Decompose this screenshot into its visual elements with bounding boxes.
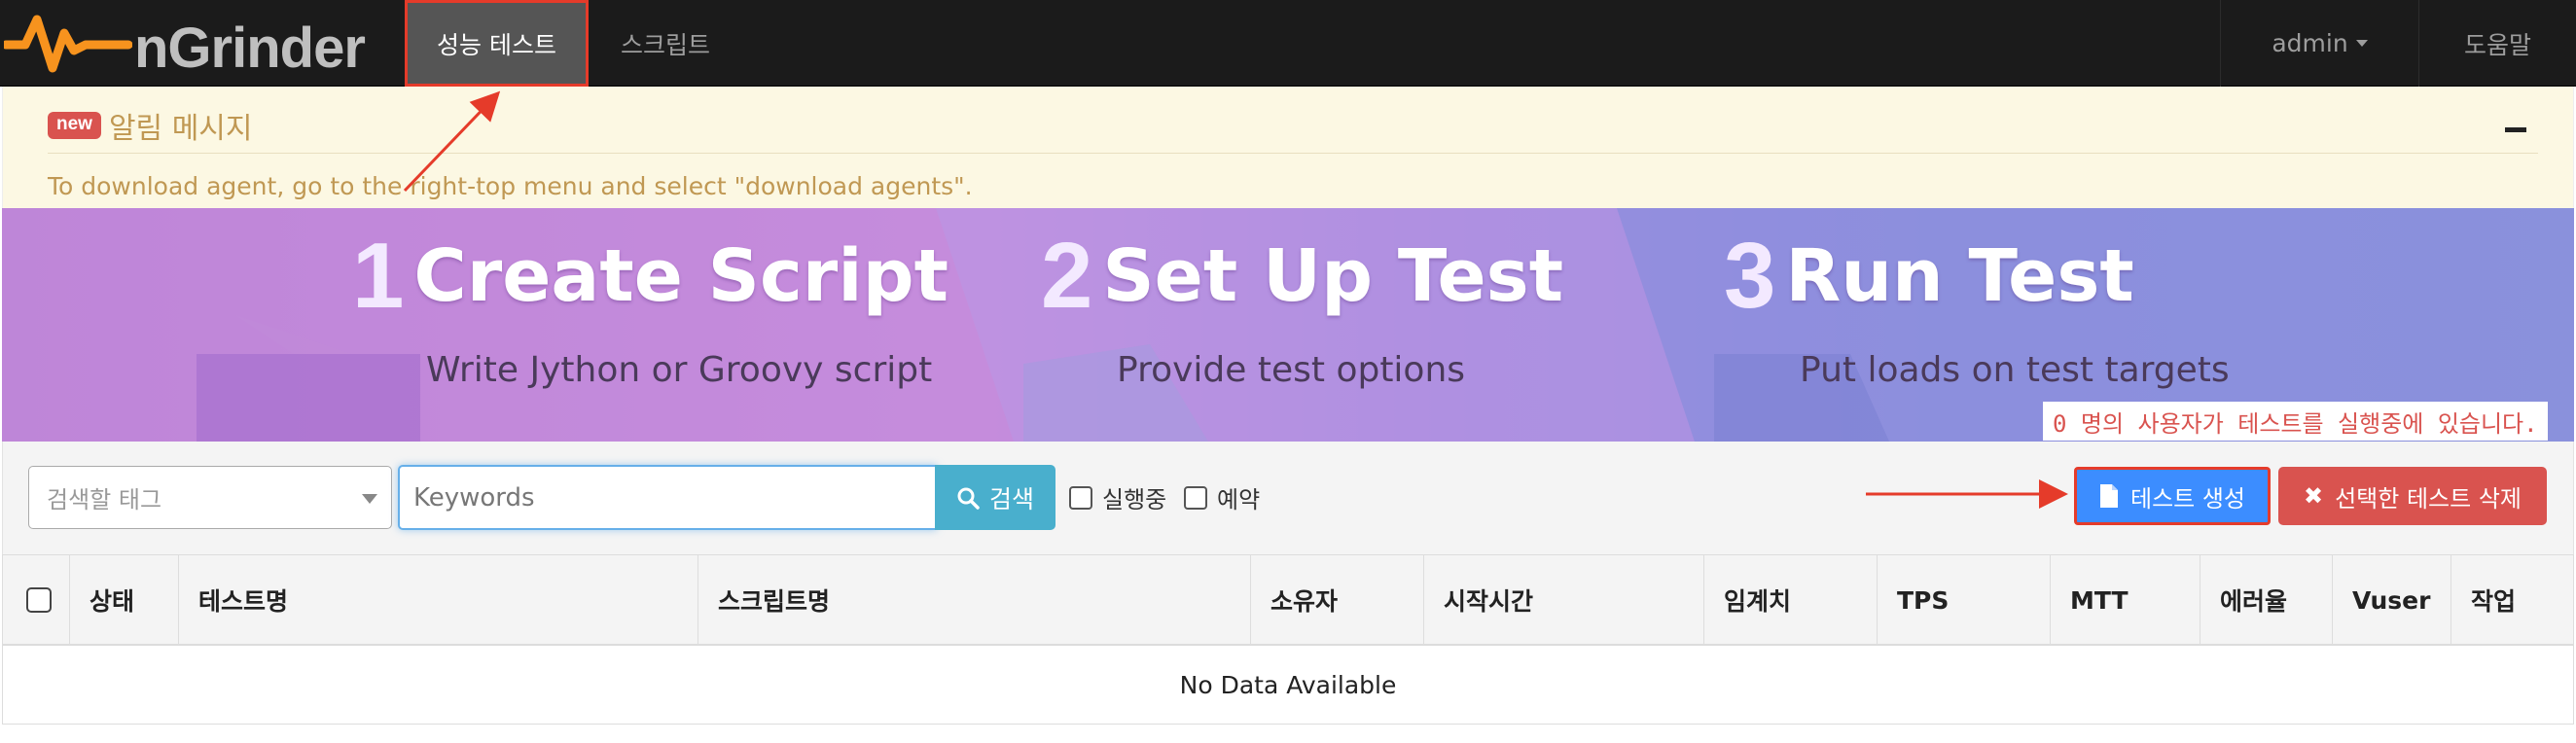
chevron-down-icon [2355,40,2368,47]
step-subtitle: Put loads on test targets [1800,350,2230,390]
column-start-time[interactable]: 시작시간 [1423,555,1703,645]
chevron-down-icon [362,494,377,504]
step-title: Set Up Test [1102,234,1564,318]
column-tps[interactable]: TPS [1877,555,2050,645]
keyword-search-input[interactable] [398,465,937,530]
step-number: 2 [1041,224,1093,328]
scheduled-checkbox[interactable] [1184,485,1207,510]
column-mtt[interactable]: MTT [2050,555,2200,645]
notice-title: 알림 메시지 [108,112,253,146]
file-icon [2099,484,2118,508]
notice-message: To download agent, go to the right-top m… [48,172,973,200]
select-all-cell [3,555,69,645]
step-subtitle: Provide test options [1117,350,1466,390]
collapse-icon[interactable] [2505,127,2526,132]
new-badge: new [48,112,101,139]
create-test-button[interactable]: 테스트 생성 [2074,467,2271,525]
search-icon [957,487,980,510]
test-table-body: No Data Available [2,646,2574,725]
delete-tests-label: 선택한 테스트 삭제 [2335,484,2522,513]
step-run-test: 3 Run Test [1724,228,2134,325]
create-test-label: 테스트 생성 [2129,484,2246,513]
scheduled-filter-label: 예약 [1217,486,1261,513]
scheduled-filter[interactable]: 예약 [1184,480,1260,514]
user-menu[interactable]: admin [2220,0,2418,87]
column-owner[interactable]: 소유자 [1250,555,1423,645]
running-users-info: 0 명의 사용자가 테스트를 실행중에 있습니다. [2043,402,2548,441]
empty-table-message: No Data Available [1179,670,1397,699]
brand-name: nGrinder [134,17,366,80]
nav-help[interactable]: 도움말 [2418,0,2576,87]
column-script-name[interactable]: 스크립트명 [698,555,1250,645]
step-create-script: 1 Create Script [352,228,948,325]
column-threshold[interactable]: 임계치 [1703,555,1877,645]
tag-select-placeholder: 검색할 태그 [47,486,162,513]
column-vuser[interactable]: Vuser [2332,555,2451,645]
test-table-header: 상태 테스트명 스크립트명 소유자 시작시간 임계치 TPS MTT 에러율 V… [2,554,2574,646]
running-filter[interactable]: 실행중 [1069,480,1166,514]
step-set-up-test: 2 Set Up Test [1041,228,1563,325]
running-checkbox[interactable] [1069,485,1092,510]
column-status[interactable]: 상태 [69,555,178,645]
search-button-label: 검색 [988,484,1034,513]
column-actions: 작업 [2451,555,2573,645]
select-all-checkbox[interactable] [26,587,52,613]
brand[interactable]: nGrinder [0,0,389,87]
step-title: Run Test [1785,234,2134,318]
close-icon: ✖ [2303,482,2324,510]
top-navbar: nGrinder 성능 테스트 스크립트 admin 도움말 [0,0,2576,87]
tag-select[interactable]: 검색할 태그 [28,466,392,529]
delete-selected-tests-button[interactable]: ✖ 선택한 테스트 삭제 [2278,467,2547,525]
user-name: admin [2272,29,2348,57]
step-title: Create Script [413,234,949,318]
search-button[interactable]: 검색 [935,465,1055,530]
column-test-name[interactable]: 테스트명 [178,555,698,645]
notice-panel: new 알림 메시지 To download agent, go to the … [2,87,2574,208]
step-number: 1 [352,224,405,328]
nav-script[interactable]: 스크립트 [589,0,742,87]
column-error-rate[interactable]: 에러율 [2200,555,2332,645]
notice-header: new 알림 메시지 [48,104,253,147]
step-number: 3 [1724,224,1776,328]
running-filter-label: 실행중 [1102,486,1167,513]
ngrinder-logo-icon [4,15,132,73]
step-subtitle: Write Jython or Groovy script [426,350,933,390]
notice-divider [48,153,2538,154]
nav-performance-test[interactable]: 성능 테스트 [405,0,589,87]
